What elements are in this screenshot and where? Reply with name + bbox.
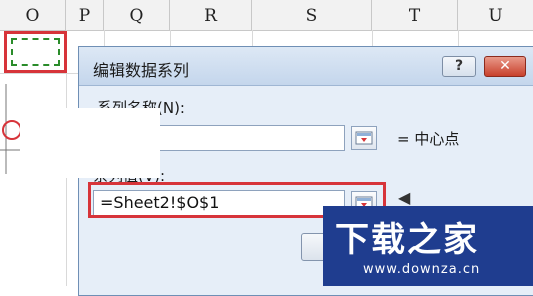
watermark-url: www.downza.cn <box>363 262 481 277</box>
column-header-u[interactable]: U <box>458 0 533 30</box>
watermark-logo: 下载之家 www.downza.cn <box>323 206 533 286</box>
redaction-patch <box>20 108 160 178</box>
column-header-r[interactable]: R <box>170 0 252 30</box>
selected-cell-o1[interactable] <box>4 31 67 73</box>
range-select-icon <box>355 131 373 145</box>
series-name-preview: = 中心点 <box>397 130 460 148</box>
column-header-q[interactable]: Q <box>104 0 170 30</box>
column-header-o[interactable]: O <box>0 0 66 30</box>
dialog-title: 编辑数据系列 <box>93 61 190 80</box>
copy-marquee <box>11 38 60 66</box>
column-header-row: O P Q R S T U <box>0 0 533 31</box>
chart-fragment <box>0 84 20 174</box>
help-button[interactable]: ? <box>442 56 476 77</box>
column-header-p[interactable]: P <box>66 0 104 30</box>
close-button[interactable]: ✕ <box>484 56 526 77</box>
column-header-t[interactable]: T <box>372 0 458 30</box>
dialog-title-bar[interactable]: 编辑数据系列 ? ✕ <box>79 47 533 86</box>
series-name-range-picker[interactable] <box>351 126 377 150</box>
column-header-s[interactable]: S <box>252 0 372 30</box>
watermark-title: 下载之家 <box>335 220 479 260</box>
preview-arrow: ◀ <box>398 188 411 207</box>
